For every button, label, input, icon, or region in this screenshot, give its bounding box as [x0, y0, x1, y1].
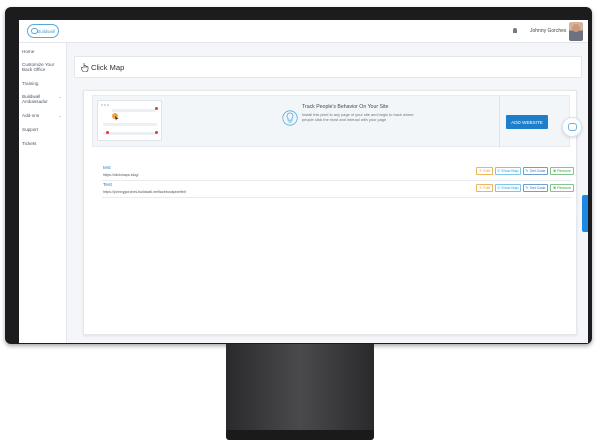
sidebar-item-label: Customize Your Back Office [22, 62, 55, 73]
sidebar-item-home[interactable]: Home [22, 49, 64, 54]
browser-line [112, 109, 156, 112]
sidebar-item-label: Tickets [22, 141, 37, 146]
sidebar-item-training[interactable]: Training [22, 81, 64, 86]
feedback-tab[interactable]: Feedback [574, 195, 588, 232]
pointer-hand-icon [81, 63, 89, 72]
browser-line [103, 123, 157, 126]
row-divider [102, 180, 572, 181]
website-name-link[interactable]: test [103, 166, 111, 171]
feedback-label: Feedback [573, 202, 578, 218]
page-header: Click Map [74, 56, 582, 78]
app-screen: Buildwall Johnny Gorches Home Customize … [19, 20, 588, 343]
sidebar-item-support[interactable]: Support [22, 127, 64, 132]
app-logo[interactable]: Buildwall [27, 24, 59, 38]
sidebar-item-label: Buildwall Ambassador [22, 94, 48, 105]
remove-button[interactable]: ✖ Remove [550, 167, 574, 175]
browser-dot [101, 104, 103, 106]
button-label: Remove [557, 186, 571, 190]
edit-button[interactable]: ✎ Edit [476, 184, 493, 192]
sidebar-item-label: Support [22, 127, 39, 132]
page-title: Click Map [91, 63, 125, 72]
click-dot [155, 107, 158, 110]
sidebar-item-addons[interactable]: Add-ons ⌄ [22, 113, 64, 118]
sidebar-item-label: Training [22, 81, 39, 86]
sidebar-item-label: Home [22, 49, 35, 54]
monitor-bezel: Buildwall Johnny Gorches Home Customize … [5, 7, 592, 344]
sidebar-item-tickets[interactable]: Tickets [22, 141, 64, 146]
top-bar: Buildwall Johnny Gorches [19, 20, 588, 43]
row-divider [102, 197, 572, 198]
get-code-button[interactable]: ✎ Get Code [523, 167, 548, 175]
content-card: Track People's Behavior On Your Site Ins… [83, 90, 577, 335]
lightbulb-icon [282, 110, 298, 126]
chevron-down-icon: ⌄ [58, 94, 62, 99]
chat-icon [567, 123, 577, 131]
cloud-icon [31, 28, 38, 34]
button-label: Edit [483, 169, 490, 173]
banner-description: Install this pixel to any page of your s… [302, 112, 414, 123]
cursor-icon [112, 113, 119, 121]
website-url: https://johnnygorches.buildwall.net/face… [103, 190, 186, 194]
sidebar-item-ambassador[interactable]: Buildwall Ambassador ⌄ [22, 94, 64, 105]
monitor-stand [226, 344, 374, 434]
website-url: https://clickmaps-blog/ [103, 173, 139, 177]
browser-illustration [97, 100, 162, 141]
monitor-base [226, 430, 374, 440]
show-map-button[interactable]: ⚲ Show Map [495, 167, 521, 175]
button-label: Get Code [529, 169, 546, 173]
button-label: Get Code [529, 186, 546, 190]
browser-dot [107, 104, 109, 106]
banner-title: Track People's Behavior On Your Site [302, 104, 389, 110]
browser-line [103, 132, 157, 135]
sidebar-item-customize-back-office[interactable]: Customize Your Back Office [22, 62, 64, 73]
notification-icon[interactable] [513, 28, 517, 33]
button-label: Remove [557, 169, 571, 173]
get-code-button[interactable]: ✎ Get Code [523, 184, 548, 192]
browser-dot [104, 104, 106, 106]
click-dot [106, 131, 109, 134]
website-name-link[interactable]: Test [103, 183, 112, 188]
add-website-button[interactable]: ADD WEBSITE [506, 115, 548, 129]
table-row: test https://clickmaps-blog/ ✎ Edit ⚲ Sh… [96, 165, 576, 181]
sidebar: Home Customize Your Back Office Training… [19, 43, 67, 343]
divider [499, 96, 500, 148]
logo-text: Buildwall [37, 28, 55, 34]
edit-button[interactable]: ✎ Edit [476, 167, 493, 175]
user-name[interactable]: Johnny Gorches [530, 28, 566, 34]
table-row: Test https://johnnygorches.buildwall.net… [96, 182, 576, 198]
chevron-down-icon: ⌄ [58, 113, 62, 118]
avatar[interactable] [569, 22, 583, 41]
button-label: Show Map [501, 186, 519, 190]
sidebar-item-label: Add-ons [22, 113, 40, 118]
intro-banner: Track People's Behavior On Your Site Ins… [92, 95, 570, 148]
click-dot [155, 131, 158, 134]
monitor-mockup: Buildwall Johnny Gorches Home Customize … [0, 0, 600, 446]
remove-button[interactable]: ✖ Remove [550, 184, 574, 192]
show-map-button[interactable]: ⚲ Show Map [495, 184, 521, 192]
help-widget-button[interactable] [562, 117, 582, 137]
button-label: Edit [483, 186, 490, 190]
button-label: Show Map [501, 169, 519, 173]
